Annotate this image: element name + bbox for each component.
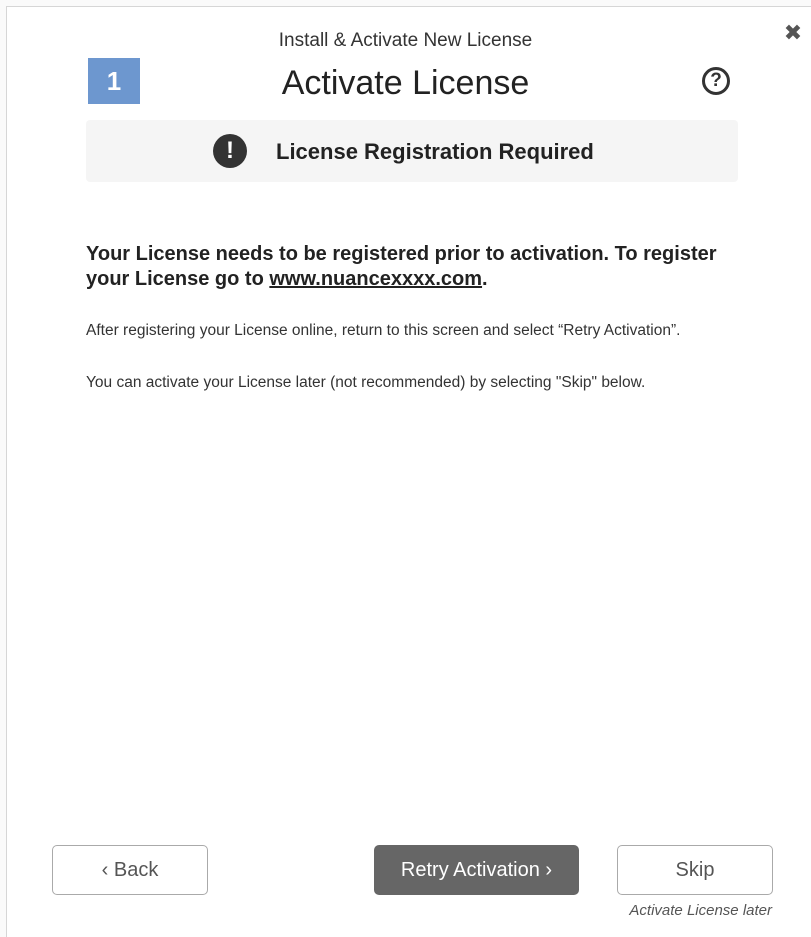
registration-message-suffix: . xyxy=(482,268,488,290)
window-left-edge xyxy=(0,6,7,937)
window-top-edge xyxy=(0,0,811,7)
alert-banner: ! License Registration Required xyxy=(86,120,738,182)
skip-note: Activate License later xyxy=(629,902,772,919)
skip-instructions: You can activate your License later (not… xyxy=(86,374,646,391)
registration-message: Your License needs to be registered prio… xyxy=(86,242,726,292)
retry-activation-button[interactable]: Retry Activation › xyxy=(374,845,579,895)
retry-instructions: After registering your License online, r… xyxy=(86,322,681,339)
exclamation-icon: ! xyxy=(213,134,247,168)
help-icon[interactable]: ? xyxy=(702,67,730,95)
page-title: Activate License xyxy=(281,64,530,102)
skip-button[interactable]: Skip xyxy=(617,845,773,895)
back-button[interactable]: ‹ Back xyxy=(52,845,208,895)
alert-text: License Registration Required xyxy=(276,139,594,164)
dialog-subtitle: Install & Activate New License xyxy=(278,30,533,51)
registration-link[interactable]: www.nuancexxxx.com xyxy=(269,268,482,290)
